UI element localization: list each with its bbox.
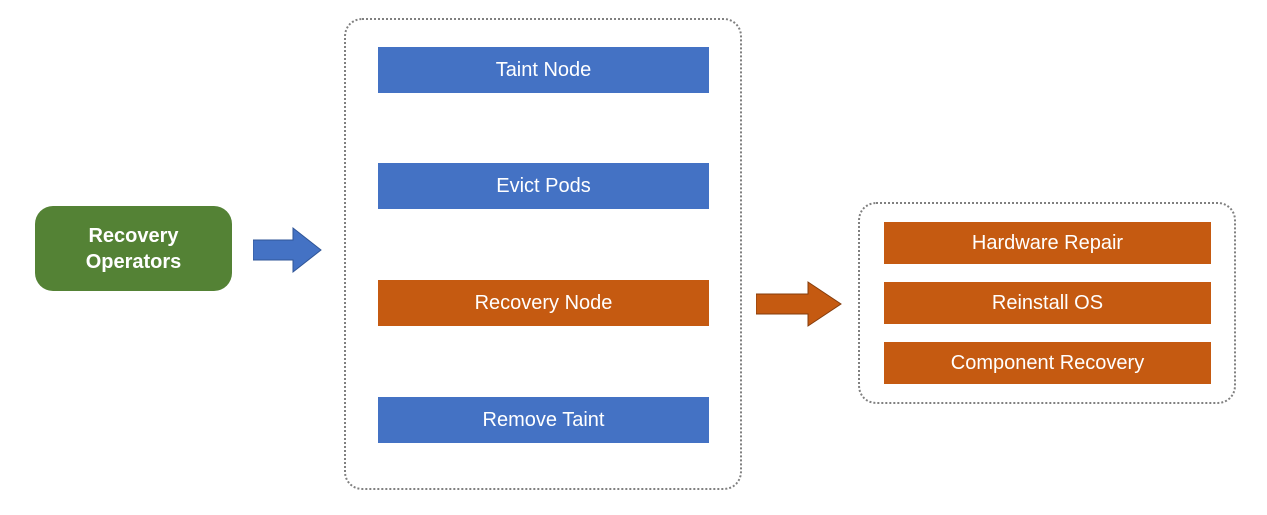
detail-label: Component Recovery <box>951 352 1144 375</box>
detail-component-recovery: Component Recovery <box>884 342 1211 384</box>
step-evict-pods: Evict Pods <box>378 163 709 209</box>
detail-label: Reinstall OS <box>992 292 1103 315</box>
detail-hardware-repair: Hardware Repair <box>884 222 1211 264</box>
step-recovery-node: Recovery Node <box>378 280 709 326</box>
step-remove-taint: Remove Taint <box>378 397 709 443</box>
detail-label: Hardware Repair <box>972 232 1123 255</box>
step-label: Remove Taint <box>483 409 605 432</box>
recovery-operators-label: Recovery Operators <box>86 223 182 275</box>
step-label: Evict Pods <box>496 175 590 198</box>
step-taint-node: Taint Node <box>378 47 709 93</box>
detail-reinstall-os: Reinstall OS <box>884 282 1211 324</box>
recovery-operators-box: Recovery Operators <box>35 206 232 291</box>
step-label: Recovery Node <box>475 292 613 315</box>
arrow-blue-icon <box>253 226 323 274</box>
step-label: Taint Node <box>496 59 592 82</box>
arrow-orange-icon <box>756 280 843 328</box>
